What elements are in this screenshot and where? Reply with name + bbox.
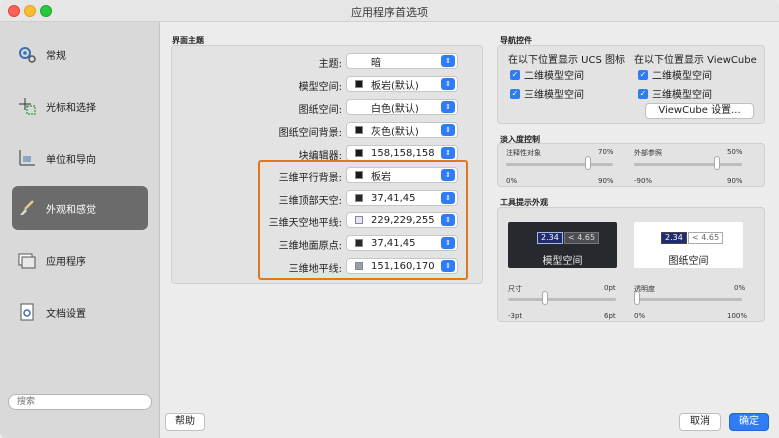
sidebar-item-appearance[interactable]: 外观和感觉: [12, 186, 148, 230]
model-sample-cmp: < 4.65: [564, 232, 600, 244]
annot-slider-thumb[interactable]: [584, 156, 591, 170]
sidebar-item-document-settings[interactable]: 文档设置: [12, 290, 148, 334]
theme-row-label: 图纸空间背景:: [278, 128, 342, 139]
paper-sample-cmp: < 4.65: [688, 232, 724, 244]
ucs-heading: 在以下位置显示 UCS 图标: [508, 55, 626, 66]
select-value: 158,158,158: [371, 147, 435, 159]
theme-row-label: 模型空间:: [298, 82, 342, 93]
size-max: 6pt: [604, 312, 616, 320]
checkmark-icon: ✓: [638, 69, 648, 80]
search-input[interactable]: [8, 394, 152, 410]
sidebar-item-general[interactable]: 常规: [12, 32, 148, 76]
viewcube-3d-checkbox[interactable]: ✓ 三维模型空间: [638, 86, 712, 101]
size-value: 0pt: [604, 284, 616, 292]
ucs-3d-checkbox[interactable]: ✓ 三维模型空间: [510, 86, 584, 101]
checkbox-label: 三维模型空间: [652, 90, 712, 101]
color-swatch: [355, 103, 363, 111]
brush-icon: [16, 197, 38, 219]
annot-max: 90%: [598, 177, 614, 185]
sidebar-item-label: 常规: [46, 50, 66, 62]
size-slider-track: [508, 298, 616, 301]
paper-space-preview: 2.34 < 4.65 图纸空间: [634, 222, 743, 268]
model-space-label: 模型空间: [542, 256, 583, 267]
xref-slider-thumb[interactable]: [713, 156, 720, 170]
viewcube-settings-button[interactable]: ViewCube 设置...: [645, 103, 754, 119]
preferences-window: 应用程序首选项 常规 光标和选择 单位和导向 外观和感觉 应用程序 文档设置 搜…: [0, 0, 779, 438]
cancel-button[interactable]: 取消: [679, 413, 721, 431]
sidebar-item-application[interactable]: 应用程序: [12, 238, 148, 282]
sidebar-item-cursor-selection[interactable]: 光标和选择: [12, 84, 148, 128]
sidebar-item-label: 单位和导向: [46, 154, 96, 166]
help-button[interactable]: 帮助: [165, 413, 205, 431]
opacity-min: 0%: [634, 312, 646, 320]
theme-row-select[interactable]: 灰色(默认) ⇕: [346, 122, 458, 138]
opacity-value: 0%: [734, 284, 746, 292]
paper-space-label: 图纸空间: [668, 256, 709, 267]
xref-value: 50%: [727, 148, 743, 156]
select-value: 板岩(默认): [371, 80, 419, 92]
model-sample-value: 2.34: [537, 232, 563, 244]
sidebar-item-label: 外观和感觉: [46, 204, 96, 216]
color-swatch: [355, 149, 363, 157]
annot-min: 0%: [506, 177, 518, 185]
theme-row-select[interactable]: 板岩(默认) ⇕: [346, 76, 458, 92]
document-icon: [16, 301, 38, 323]
highlight-box: [258, 160, 468, 280]
select-value: 白色(默认): [371, 103, 419, 115]
theme-row-label: 图纸空间:: [298, 105, 342, 116]
size-label: 尺寸: [508, 285, 522, 293]
opacity-slider-thumb[interactable]: [634, 291, 640, 305]
viewcube-heading: 在以下位置显示 ViewCube: [634, 55, 757, 66]
color-swatch: [355, 126, 363, 134]
checkmark-icon: ✓: [638, 88, 648, 99]
model-space-preview: 2.34 < 4.65 模型空间: [508, 222, 617, 268]
checkbox-label: 二维模型空间: [652, 71, 712, 82]
sidebar-item-units-guides[interactable]: 单位和导向: [12, 136, 148, 180]
annot-value: 70%: [598, 148, 614, 156]
annot-slider-track: [506, 163, 613, 166]
color-swatch: [355, 57, 363, 65]
app-window-icon: [16, 249, 38, 271]
dropdown-arrow-icon: ⇕: [441, 147, 455, 159]
xref-min: -90%: [634, 177, 653, 185]
dropdown-arrow-icon: ⇕: [441, 78, 455, 90]
cursor-icon: [16, 95, 38, 117]
paper-sample-value: 2.34: [661, 232, 687, 244]
dropdown-arrow-icon: ⇕: [441, 124, 455, 136]
opacity-max: 100%: [727, 312, 748, 320]
select-value: 暗: [371, 57, 381, 69]
theme-row-label: 主题:: [318, 59, 342, 70]
sidebar-item-label: 光标和选择: [46, 102, 96, 114]
dropdown-arrow-icon: ⇕: [441, 55, 455, 67]
window-title: 应用程序首选项: [351, 6, 428, 19]
ucs-2d-checkbox[interactable]: ✓ 二维模型空间: [510, 67, 584, 82]
xref-slider-track: [634, 163, 742, 166]
gears-icon: [16, 43, 38, 65]
checkbox-label: 二维模型空间: [524, 71, 584, 82]
sidebar: 常规 光标和选择 单位和导向 外观和感觉 应用程序 文档设置: [0, 22, 160, 438]
size-slider-thumb[interactable]: [541, 291, 548, 305]
xref-label: 外部参照: [634, 149, 662, 157]
viewcube-2d-checkbox[interactable]: ✓ 二维模型空间: [638, 67, 712, 82]
checkbox-label: 三维模型空间: [524, 90, 584, 101]
annot-label: 注释性对象: [506, 149, 541, 157]
color-swatch: [355, 80, 363, 88]
sidebar-item-label: 应用程序: [46, 256, 86, 268]
size-min: -3pt: [508, 312, 523, 320]
sidebar-item-label: 文档设置: [46, 308, 86, 320]
theme-row-select[interactable]: 158,158,158 ⇕: [346, 145, 458, 161]
checkmark-icon: ✓: [510, 88, 520, 99]
title-bar: 应用程序首选项: [0, 0, 779, 22]
theme-row-select[interactable]: 白色(默认) ⇕: [346, 99, 458, 115]
theme-row-select[interactable]: 暗 ⇕: [346, 53, 458, 69]
xref-max: 90%: [727, 177, 743, 185]
units-icon: [16, 147, 38, 169]
dropdown-arrow-icon: ⇕: [441, 101, 455, 113]
ok-button[interactable]: 确定: [729, 413, 769, 431]
opacity-slider-track: [634, 298, 742, 301]
checkmark-icon: ✓: [510, 69, 520, 80]
select-value: 灰色(默认): [371, 126, 419, 138]
